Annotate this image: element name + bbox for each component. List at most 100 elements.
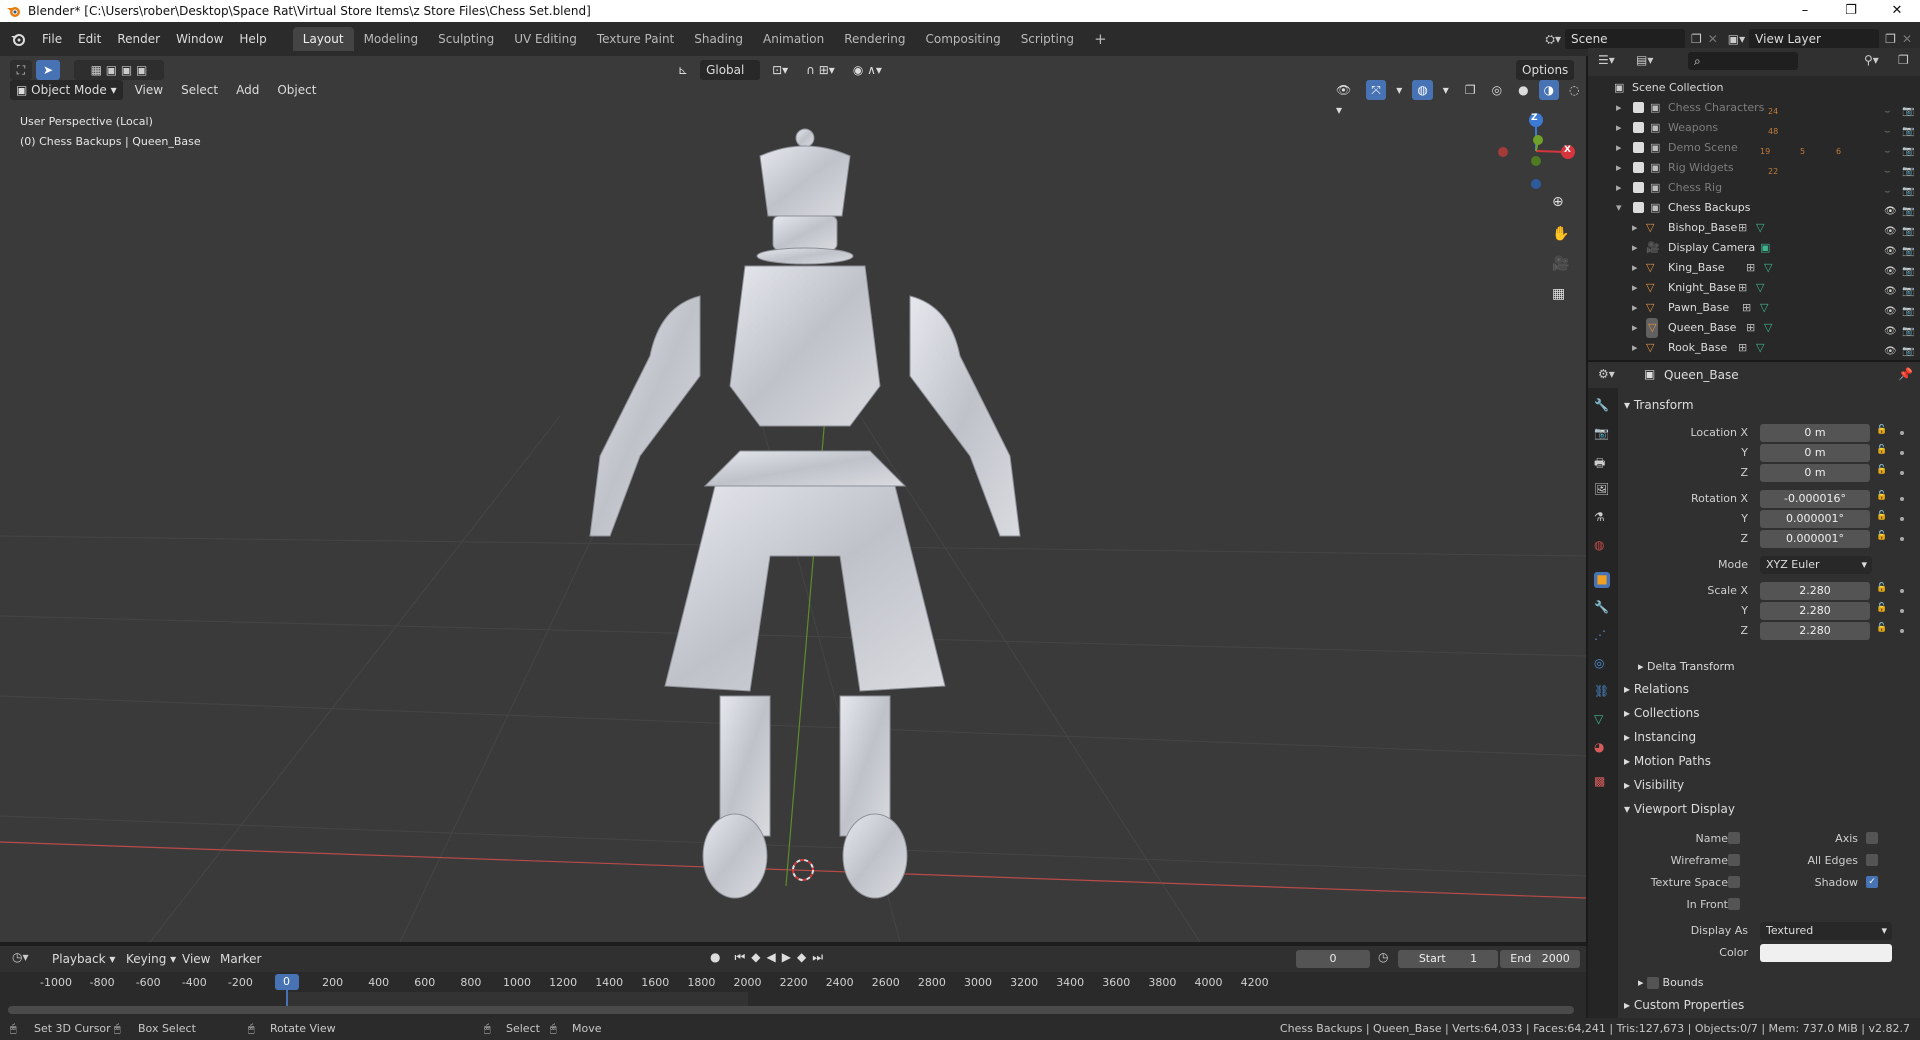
keyframe-dot[interactable]: [1900, 451, 1904, 455]
collection-checkbox[interactable]: [1633, 202, 1644, 213]
render-camera-icon[interactable]: 📷: [1902, 342, 1914, 357]
select-tool-icon[interactable]: ➤: [36, 60, 60, 80]
object-tab-icon[interactable]: ■: [1594, 572, 1610, 588]
keyframe-dot[interactable]: [1900, 537, 1904, 541]
keyframe-dot[interactable]: [1900, 629, 1904, 633]
3d-viewport[interactable]: Z X ⊕ ✋ 🎥 ▦ ⛶ ➤ ▦ ▣ ▣ ▣ ⊾ Global ⊡▾ ∩ ⊞▾…: [0, 56, 1586, 942]
bounds-checkbox[interactable]: [1647, 977, 1660, 989]
lock-icon[interactable]: 🔓: [1876, 425, 1887, 435]
select-menu[interactable]: Select: [175, 80, 224, 100]
section-toggle-collections[interactable]: ▸ Collections: [1624, 706, 1699, 720]
new-view-layer-icon[interactable]: ❐: [1885, 32, 1896, 46]
render-camera-icon[interactable]: 📷: [1902, 262, 1914, 277]
scene-icon[interactable]: ⛭▾: [1545, 32, 1561, 47]
location-z-field[interactable]: 0 m: [1760, 464, 1870, 482]
visibility-icon[interactable]: 👁▾: [1330, 80, 1362, 117]
world-tab-icon[interactable]: ◍: [1594, 538, 1610, 554]
zoom-icon[interactable]: ⊕: [1552, 194, 1564, 210]
rotation-mode-dropdown[interactable]: XYZ Euler ▾: [1760, 556, 1872, 574]
lock-icon[interactable]: 🔓: [1876, 603, 1887, 613]
outliner-collection-row[interactable]: ▸ ▣ Demo Scene 19 5 6 ⌣ 📷: [1588, 138, 1920, 158]
outliner-collection-row[interactable]: ▾ ▣ Chess Backups 👁 📷: [1588, 198, 1920, 218]
options-dropdown[interactable]: Options: [1516, 60, 1575, 80]
timeline-ruler[interactable]: -1000 -800 -600 -400 -200 0 200 400 600 800 1000 12…: [0, 946, 1586, 1006]
viewport-display-toggle[interactable]: ▾ Viewport Display: [1624, 802, 1735, 816]
tab-scripting[interactable]: Scripting: [1011, 27, 1084, 51]
collection-checkbox[interactable]: [1633, 102, 1644, 113]
render-camera-icon[interactable]: 📷: [1902, 182, 1914, 197]
filter-icon[interactable]: ⚲▾: [1864, 53, 1879, 67]
camera-view-icon[interactable]: 🎥: [1552, 256, 1569, 272]
output-tab-icon[interactable]: 🖶: [1594, 454, 1610, 470]
expand-arrow-icon[interactable]: ▸: [1632, 318, 1638, 338]
rotation-y-field[interactable]: 0.000001°: [1760, 510, 1870, 528]
tab-texture-paint[interactable]: Texture Paint: [587, 27, 684, 51]
timeline-scrollbar[interactable]: [8, 1006, 1574, 1014]
vd-shadow-checkbox[interactable]: ✓: [1866, 876, 1878, 888]
eye-icon[interactable]: 👁: [1884, 282, 1897, 297]
expand-arrow-icon[interactable]: ▸: [1616, 178, 1622, 198]
eye-hidden-icon[interactable]: ⌣: [1884, 162, 1896, 177]
modifier-tab-icon[interactable]: 🔧: [1594, 600, 1610, 616]
tab-uv-editing[interactable]: UV Editing: [504, 27, 587, 51]
section-toggle-motion-paths[interactable]: ▸ Motion Paths: [1624, 754, 1711, 768]
collection-checkbox[interactable]: [1633, 162, 1644, 173]
section-toggle-relations[interactable]: ▸ Relations: [1624, 682, 1689, 696]
section-toggle-visibility[interactable]: ▸ Visibility: [1624, 778, 1684, 792]
eye-icon[interactable]: 👁: [1884, 202, 1897, 217]
outliner-object-row[interactable]: ▸ ▽ King_Base ⊞ ▽ 👁 📷: [1588, 258, 1920, 278]
lock-icon[interactable]: 🔓: [1876, 511, 1887, 521]
eye-hidden-icon[interactable]: ⌣: [1884, 122, 1896, 137]
eye-hidden-icon[interactable]: ⌣: [1884, 142, 1896, 157]
lock-icon[interactable]: 🔓: [1876, 491, 1887, 501]
lock-icon[interactable]: 🔓: [1876, 583, 1887, 593]
new-collection-icon[interactable]: ❐: [1898, 53, 1909, 67]
overlay-dropdown-icon[interactable]: ▾: [1437, 80, 1455, 100]
display-as-dropdown[interactable]: Textured ▾: [1760, 922, 1892, 940]
new-scene-icon[interactable]: ❐: [1691, 32, 1702, 46]
expand-arrow-icon[interactable]: ▸: [1632, 238, 1638, 258]
rendered-shading-icon[interactable]: ◌: [1563, 80, 1585, 100]
object-menu[interactable]: Object: [271, 80, 322, 100]
wireframe-shading-icon[interactable]: ◎: [1486, 80, 1508, 100]
scene-tab-icon[interactable]: ⚗: [1594, 510, 1610, 526]
add-workspace-button[interactable]: +: [1084, 27, 1117, 51]
gizmo-toggle-icon[interactable]: ⤧: [1365, 80, 1387, 100]
vd-wireframe-checkbox[interactable]: [1728, 854, 1740, 866]
keyframe-dot[interactable]: [1900, 497, 1904, 501]
tab-animation[interactable]: Animation: [753, 27, 834, 51]
delete-view-layer-icon[interactable]: ✕: [1902, 32, 1912, 46]
vd-texture-space-checkbox[interactable]: [1728, 876, 1740, 888]
keyframe-dot[interactable]: [1900, 431, 1904, 435]
eye-icon[interactable]: 👁: [1884, 242, 1897, 257]
collection-checkbox[interactable]: [1633, 142, 1644, 153]
expand-arrow-icon[interactable]: ▸: [1616, 98, 1622, 118]
maximize-button[interactable]: ❐: [1828, 0, 1874, 22]
outliner-editor-icon[interactable]: ☰▾: [1598, 53, 1615, 67]
render-camera-icon[interactable]: 📷: [1902, 202, 1914, 217]
expand-arrow-icon[interactable]: ▸: [1632, 338, 1638, 358]
keyframe-dot[interactable]: [1900, 589, 1904, 593]
pivot-icon[interactable]: ⊡▾: [766, 60, 794, 80]
keyframe-dot[interactable]: [1900, 609, 1904, 613]
menu-render[interactable]: Render: [109, 28, 168, 50]
texture-tab-icon[interactable]: ▩: [1594, 774, 1610, 790]
outliner-object-row[interactable]: ▸ ▽ Knight_Base ⊞ ▽ 👁 📷: [1588, 278, 1920, 298]
outliner-object-row[interactable]: ▸ ▽ Rook_Base ⊞ ▽ 👁 📷: [1588, 338, 1920, 358]
particles-tab-icon[interactable]: ⋰: [1594, 628, 1610, 644]
render-tab-icon[interactable]: 📷: [1594, 426, 1610, 442]
add-menu[interactable]: Add: [230, 80, 265, 100]
lock-icon[interactable]: 🔓: [1876, 445, 1887, 455]
custom-properties-toggle[interactable]: ▸ Custom Properties: [1624, 998, 1744, 1012]
current-frame-marker[interactable]: 0: [274, 974, 299, 990]
outliner-scene-collection[interactable]: ▣ Scene Collection: [1588, 78, 1920, 98]
bounds-toggle[interactable]: ▸ Bounds: [1638, 976, 1703, 989]
lock-icon[interactable]: 🔓: [1876, 623, 1887, 633]
lock-icon[interactable]: 🔓: [1876, 465, 1887, 475]
expand-arrow-icon[interactable]: ▸: [1632, 298, 1638, 318]
tab-modeling[interactable]: Modeling: [354, 27, 429, 51]
physics-tab-icon[interactable]: ◎: [1594, 656, 1610, 672]
view-layer-icon[interactable]: ▣▾: [1728, 32, 1745, 46]
editor-type-icon[interactable]: ⛶: [10, 60, 32, 80]
expand-arrow-icon[interactable]: ▸: [1616, 158, 1622, 178]
